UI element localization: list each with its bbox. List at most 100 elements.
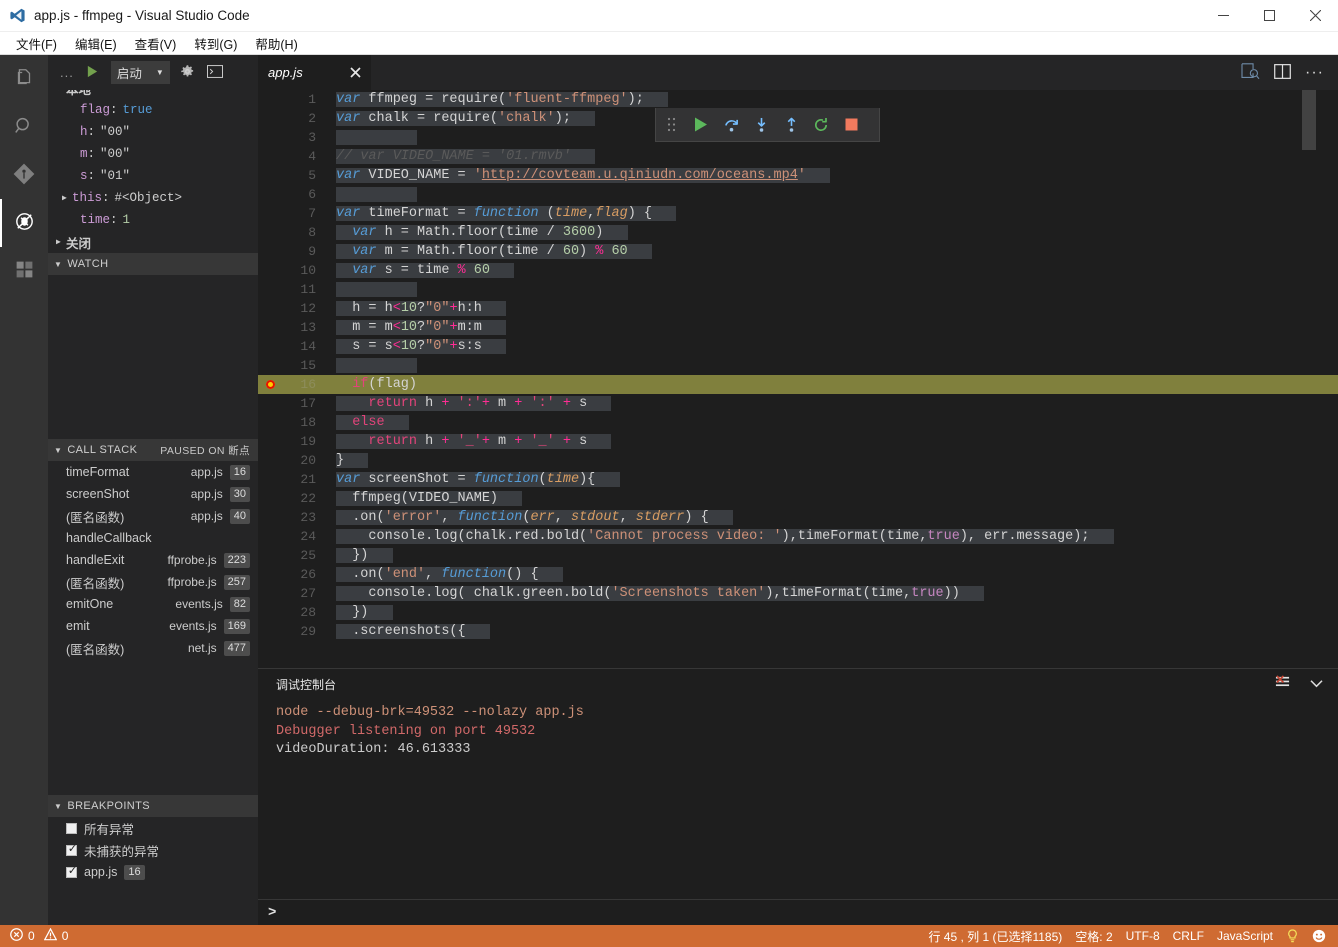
scope-closure[interactable]: ▶ 关闭 [48, 231, 258, 253]
code-line[interactable]: 1var ffmpeg = require('fluent-ffmpeg'); [258, 90, 1338, 109]
debug-settings-button[interactable] [180, 64, 195, 82]
glyph-margin[interactable] [258, 565, 290, 584]
code-line[interactable]: 7var timeFormat = function (time,flag) { [258, 204, 1338, 223]
glyph-margin[interactable] [258, 147, 290, 166]
glyph-margin[interactable] [258, 109, 290, 128]
split-editor-icon[interactable] [1274, 64, 1291, 82]
code-editor[interactable]: 1var ffmpeg = require('fluent-ffmpeg'); … [258, 90, 1338, 668]
glyph-margin[interactable] [258, 242, 290, 261]
code-line[interactable]: 15 [258, 356, 1338, 375]
watch-section-header[interactable]: ▼ WATCH [48, 253, 258, 275]
activity-explorer[interactable] [0, 55, 48, 103]
menu-goto[interactable]: 转到(G) [186, 32, 245, 55]
glyph-margin[interactable] [258, 489, 290, 508]
code-line[interactable]: 4// var VIDEO_NAME = '01.rmvb' [258, 147, 1338, 166]
code-line[interactable]: 10 var s = time % 60 [258, 261, 1338, 280]
stack-frame[interactable]: emitOne events.js 82 [48, 593, 258, 615]
menu-help[interactable]: 帮助(H) [247, 32, 305, 55]
code-line[interactable]: 29 .screenshots({ [258, 622, 1338, 641]
checkbox-icon[interactable] [66, 867, 77, 878]
open-preview-icon[interactable] [1241, 63, 1260, 83]
code-line[interactable]: 11 [258, 280, 1338, 299]
glyph-margin[interactable] [258, 451, 290, 470]
tab-appjs[interactable]: app.js [258, 55, 372, 90]
breakpoints-section-header[interactable]: ▼ BREAKPOINTS [48, 795, 258, 817]
debug-config-dropdown[interactable]: 启动 ▼ [111, 61, 170, 84]
breakpoint-uncaught-exceptions[interactable]: 未捕获的异常 [48, 839, 258, 861]
glyph-margin[interactable] [258, 128, 290, 147]
glyph-margin[interactable] [258, 318, 290, 337]
glyph-margin[interactable] [258, 622, 290, 641]
stack-frame[interactable]: (匿名函数) ffprobe.js 257 [48, 571, 258, 593]
variable-row[interactable]: s: "01" [48, 165, 258, 187]
lightbulb-icon[interactable] [1286, 929, 1299, 943]
glyph-margin[interactable] [258, 470, 290, 489]
code-line[interactable]: 20} [258, 451, 1338, 470]
continue-button[interactable] [686, 109, 716, 141]
close-icon[interactable] [350, 67, 361, 78]
restart-button[interactable] [806, 109, 836, 141]
glyph-margin[interactable] [258, 90, 290, 109]
glyph-margin[interactable] [258, 223, 290, 242]
code-line[interactable]: 25 }) [258, 546, 1338, 565]
debug-console-toggle[interactable] [207, 65, 223, 81]
stop-button[interactable] [836, 109, 866, 141]
glyph-margin[interactable] [258, 394, 290, 413]
menu-file[interactable]: 文件(F) [8, 32, 65, 55]
code-line[interactable]: 24 console.log(chalk.red.bold('Cannot pr… [258, 527, 1338, 546]
maximize-button[interactable] [1246, 0, 1292, 32]
activity-extensions[interactable] [0, 247, 48, 295]
floating-debug-toolbar[interactable] [655, 108, 880, 142]
step-into-button[interactable] [746, 109, 776, 141]
breakpoint-all-exceptions[interactable]: 所有异常 [48, 817, 258, 839]
code-line[interactable]: 27 console.log( chalk.green.bold('Screen… [258, 584, 1338, 603]
panel-title[interactable]: 调试控制台 [276, 676, 336, 693]
chevron-down-icon[interactable] [1309, 677, 1324, 692]
step-over-button[interactable] [716, 109, 746, 141]
smiley-icon[interactable] [1312, 929, 1326, 943]
code-line[interactable]: 14 s = s<10?"0"+s:s [258, 337, 1338, 356]
code-line[interactable]: 21var screenShot = function(time){ [258, 470, 1338, 489]
glyph-margin[interactable] [258, 204, 290, 223]
code-line[interactable]: 17 return h + ':'+ m + ':' + s [258, 394, 1338, 413]
repl-input-row[interactable]: > [258, 899, 1338, 925]
step-out-button[interactable] [776, 109, 806, 141]
code-line[interactable]: 13 m = m<10?"0"+m:m [258, 318, 1338, 337]
glyph-margin[interactable] [258, 432, 290, 451]
stack-frame[interactable]: (匿名函数) app.js 40 [48, 505, 258, 527]
status-problems[interactable]: 0 0 [0, 928, 68, 944]
glyph-margin[interactable] [258, 337, 290, 356]
scrollbar-thumb[interactable] [1302, 90, 1316, 150]
glyph-margin[interactable] [258, 527, 290, 546]
checkbox-icon[interactable] [66, 845, 77, 856]
drag-handle-icon[interactable] [656, 109, 686, 141]
variable-row[interactable]: flag: true [48, 99, 258, 121]
status-cursor-position[interactable]: 行 45 , 列 1 (已选择1185) [928, 928, 1062, 945]
stack-frame[interactable]: handleCallback [48, 527, 258, 549]
close-button[interactable] [1292, 0, 1338, 32]
variable-row[interactable]: h: "00" [48, 121, 258, 143]
code-line[interactable]: 28 }) [258, 603, 1338, 622]
callstack-section-header[interactable]: ▼ CALL STACK PAUSED ON 断点 [48, 439, 258, 461]
stack-frame[interactable]: (匿名函数) net.js 477 [48, 637, 258, 659]
debug-more-button[interactable]: ... [60, 65, 74, 80]
glyph-margin[interactable] [258, 261, 290, 280]
glyph-margin[interactable] [258, 166, 290, 185]
stack-frame[interactable]: screenShot app.js 30 [48, 483, 258, 505]
glyph-margin[interactable] [258, 584, 290, 603]
activity-debug[interactable] [0, 199, 48, 247]
editor-scrollbar[interactable] [1302, 90, 1316, 668]
activity-source-control[interactable] [0, 151, 48, 199]
variable-row[interactable]: time: 1 [48, 209, 258, 231]
glyph-margin[interactable] [258, 356, 290, 375]
checkbox-icon[interactable] [66, 823, 77, 834]
code-line[interactable]: 16 if(flag) [258, 375, 1338, 394]
status-eol[interactable]: CRLF [1173, 929, 1204, 943]
breakpoint-glyph[interactable] [258, 375, 290, 394]
code-line[interactable]: 22 ffmpeg(VIDEO_NAME) [258, 489, 1338, 508]
debug-start-button[interactable] [86, 65, 99, 81]
glyph-margin[interactable] [258, 280, 290, 299]
status-indentation[interactable]: 空格: 2 [1075, 928, 1112, 945]
code-line[interactable]: 6 [258, 185, 1338, 204]
stack-frame[interactable]: timeFormat app.js 16 [48, 461, 258, 483]
